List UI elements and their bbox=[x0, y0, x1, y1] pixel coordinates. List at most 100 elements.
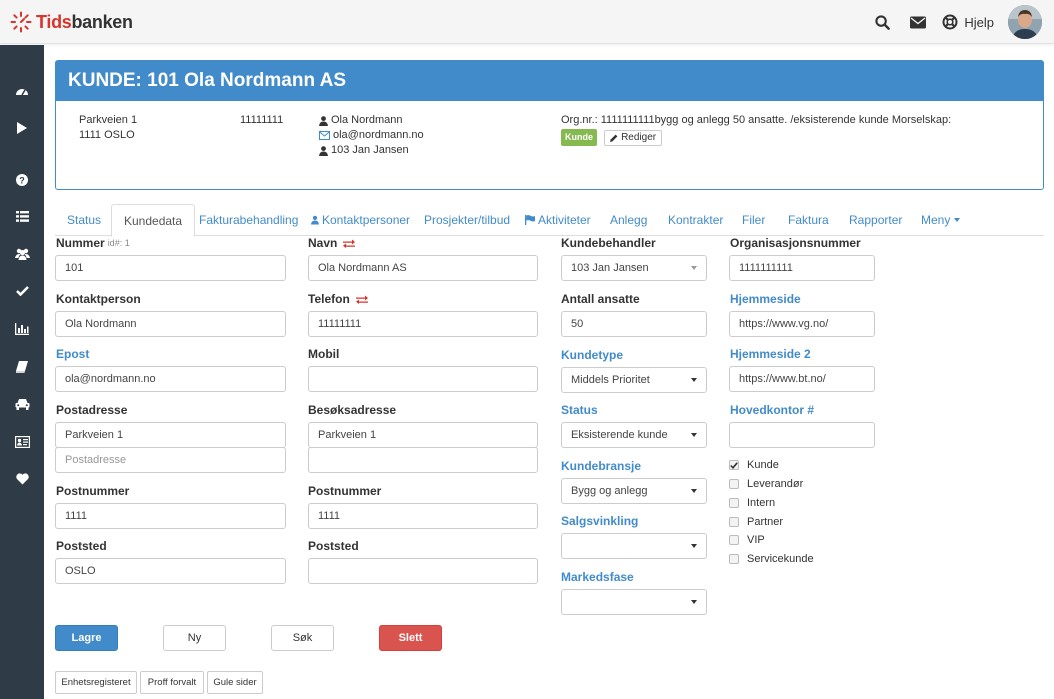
label-markedsfase[interactable]: Markedsfase bbox=[561, 570, 634, 584]
tab-kontaktpersoner[interactable]: Kontaktpersoner bbox=[299, 204, 422, 236]
sidebar-item-contacts[interactable] bbox=[0, 428, 44, 456]
sidebar-item-vehicles[interactable] bbox=[0, 390, 44, 418]
checkbox-box[interactable] bbox=[729, 554, 739, 564]
page-title: KUNDE: 101 Ola Nordmann AS bbox=[56, 61, 1043, 101]
poststed2-input[interactable] bbox=[308, 558, 538, 584]
sync-arrows-icon[interactable] bbox=[343, 239, 356, 248]
label-postnummer-2: Postnummer bbox=[308, 484, 382, 498]
epost-input[interactable]: ola@nordmann.no bbox=[55, 366, 286, 392]
customer-phone: 11111111 bbox=[240, 114, 284, 126]
tab-kundedata[interactable]: Kundedata bbox=[111, 204, 196, 237]
checkbox-box[interactable] bbox=[729, 535, 739, 545]
kontaktperson-input[interactable]: Ola Nordmann bbox=[55, 311, 286, 337]
postnummer-input[interactable]: 1111 bbox=[55, 503, 286, 529]
search-button[interactable] bbox=[864, 5, 900, 39]
poststed-input[interactable]: OSLO bbox=[55, 558, 286, 584]
label-epost[interactable]: Epost bbox=[56, 347, 89, 361]
sync-arrows-icon[interactable] bbox=[355, 295, 368, 304]
caret-down-icon bbox=[954, 218, 961, 222]
postnummer2-input[interactable]: 1111 bbox=[308, 503, 538, 529]
label-postnummer: Postnummer bbox=[56, 484, 130, 498]
kundebransje-select[interactable]: Bygg og anlegg bbox=[561, 478, 707, 504]
postadresse-input[interactable]: Parkveien 1 bbox=[55, 422, 286, 448]
markedsfase-select[interactable] bbox=[561, 589, 707, 615]
label-status[interactable]: Status bbox=[561, 403, 598, 417]
sidebar-item-tasks[interactable] bbox=[0, 277, 44, 305]
besoksadresse2-input[interactable] bbox=[308, 447, 538, 473]
label-hjemmeside-2[interactable]: Hjemmeside 2 bbox=[730, 347, 811, 361]
sidebar-item-play[interactable] bbox=[0, 114, 44, 142]
list-icon bbox=[15, 210, 29, 222]
sidebar-item-favorites[interactable] bbox=[0, 465, 44, 493]
chevron-down-icon bbox=[691, 600, 697, 604]
save-button[interactable]: Lagre bbox=[55, 625, 118, 651]
tab-fakturabehandling[interactable]: Fakturabehandling bbox=[187, 204, 310, 236]
tab-prosjekter[interactable]: Prosjekter/tilbud bbox=[412, 204, 522, 236]
sidebar-item-help[interactable]: ? bbox=[0, 166, 44, 194]
messages-button[interactable] bbox=[900, 5, 936, 39]
tab-aktiviteter[interactable]: Aktiviteter bbox=[513, 204, 603, 236]
kundetype-select[interactable]: Middels Prioritet bbox=[561, 367, 707, 393]
sidebar-item-list[interactable] bbox=[0, 202, 44, 230]
chevron-down-icon bbox=[691, 378, 697, 382]
new-button[interactable]: Ny bbox=[163, 625, 226, 651]
tab-meny-dropdown[interactable]: Meny bbox=[909, 204, 972, 236]
checkbox-box[interactable] bbox=[729, 498, 739, 508]
brand-logo[interactable]: Tidsbanken bbox=[10, 10, 133, 34]
tab-rapporter[interactable]: Rapporter bbox=[837, 204, 914, 236]
org-info-text: Org.nr.: 1111111111bygg og anlegg 50 ans… bbox=[561, 114, 952, 126]
kundebehandler-select[interactable]: 103 Jan Jansen bbox=[561, 255, 707, 281]
label-hovedkontor[interactable]: Hovedkontor # bbox=[730, 403, 814, 417]
tab-kontrakter[interactable]: Kontrakter bbox=[656, 204, 735, 236]
enhetsregisteret-button[interactable]: Enhetsregisteret bbox=[55, 671, 137, 694]
checkbox-box[interactable] bbox=[729, 460, 739, 470]
label-salgsvinkling[interactable]: Salgsvinkling bbox=[561, 514, 638, 528]
tab-anlegg[interactable]: Anlegg bbox=[598, 204, 659, 236]
edit-button[interactable]: Rediger bbox=[604, 129, 663, 146]
sidebar-item-book[interactable] bbox=[0, 353, 44, 381]
tab-status[interactable]: Status bbox=[55, 204, 113, 236]
tab-faktura[interactable]: Faktura bbox=[776, 204, 841, 236]
checkbox-intern[interactable]: Intern bbox=[729, 497, 775, 509]
label-hjemmeside[interactable]: Hjemmeside bbox=[730, 292, 801, 306]
flag-icon bbox=[525, 215, 535, 225]
salgsvinkling-select[interactable] bbox=[561, 533, 707, 559]
tab-filer[interactable]: Filer bbox=[730, 204, 777, 236]
users-icon bbox=[14, 248, 30, 260]
besoksadresse-input[interactable]: Parkveien 1 bbox=[308, 422, 538, 448]
checkbox-box[interactable] bbox=[729, 479, 739, 489]
contact-email[interactable]: ola@nordmann.no bbox=[333, 128, 424, 143]
checkbox-partner[interactable]: Partner bbox=[729, 516, 783, 528]
status-select[interactable]: Eksisterende kunde bbox=[561, 422, 707, 448]
postadresse2-input[interactable]: Postadresse bbox=[55, 447, 286, 473]
brand-name: Tidsbanken bbox=[36, 11, 133, 32]
hjemmeside2-input[interactable]: https://www.bt.no/ bbox=[729, 366, 875, 392]
hovedkontor-input[interactable] bbox=[729, 422, 875, 448]
search-icon bbox=[875, 14, 890, 30]
checkbox-kunde[interactable]: Kunde bbox=[729, 459, 779, 471]
checkbox-vip[interactable]: VIP bbox=[729, 534, 765, 546]
checkbox-servicekunde[interactable]: Servicekunde bbox=[729, 553, 814, 565]
telefon-input[interactable]: 11111111 bbox=[308, 311, 538, 337]
search-form-button[interactable]: Søk bbox=[271, 625, 334, 651]
help-link[interactable]: Hjelp bbox=[942, 14, 994, 30]
delete-button[interactable]: Slett bbox=[379, 625, 442, 651]
address-line-2: 1111 OSLO bbox=[79, 129, 135, 141]
mobil-input[interactable] bbox=[308, 366, 538, 392]
proff-forvalt-button[interactable]: Proff forvalt bbox=[140, 671, 204, 694]
sidebar-item-dashboard[interactable] bbox=[0, 76, 44, 104]
navn-input[interactable]: Ola Nordmann AS bbox=[308, 255, 538, 281]
label-kundetype[interactable]: Kundetype bbox=[561, 348, 623, 362]
organisasjonsnummer-input[interactable]: 1111111111 bbox=[729, 255, 875, 281]
checkbox-box[interactable] bbox=[729, 517, 739, 527]
sidebar: ? bbox=[0, 45, 44, 699]
user-avatar[interactable] bbox=[1008, 5, 1042, 39]
checkbox-leverandor[interactable]: Leverandør bbox=[729, 478, 803, 490]
hjemmeside-input[interactable]: https://www.vg.no/ bbox=[729, 311, 875, 337]
antall-ansatte-input[interactable]: 50 bbox=[561, 311, 707, 337]
label-kundebransje[interactable]: Kundebransje bbox=[561, 459, 641, 473]
gule-sider-button[interactable]: Gule sider bbox=[207, 671, 263, 694]
nummer-input[interactable]: 101 bbox=[55, 255, 286, 281]
sidebar-item-users[interactable] bbox=[0, 240, 44, 268]
sidebar-item-reports[interactable] bbox=[0, 315, 44, 343]
